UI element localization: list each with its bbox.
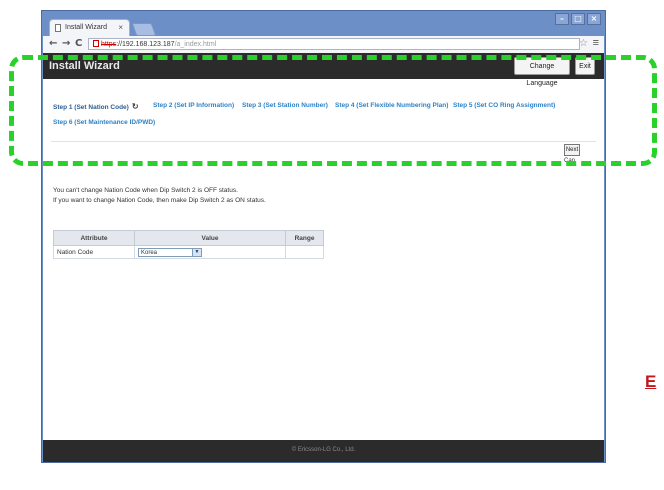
range-cell (285, 245, 324, 259)
address-bar[interactable]: https://192.168.123.187/a_index.html (88, 38, 580, 50)
column-header-range: Range (285, 230, 324, 246)
navigation-bar: ← → C https://192.168.123.187/a_index.ht… (43, 36, 604, 53)
forward-arrow-icon[interactable]: → (62, 38, 70, 49)
window-controls: – □ × (555, 13, 601, 27)
table-row: Nation Code Korea ▼ (53, 245, 324, 259)
bookmark-star-icon[interactable]: ☆ (579, 38, 588, 49)
minimize-button[interactable]: – (555, 13, 569, 25)
column-header-value: Value (134, 230, 286, 246)
broken-lock-icon (93, 40, 99, 47)
close-window-button[interactable]: × (587, 13, 601, 25)
maximize-button[interactable]: □ (571, 13, 585, 25)
back-arrow-icon[interactable]: ← (49, 38, 57, 49)
reload-icon[interactable]: C (75, 38, 82, 49)
browser-tab[interactable]: Install Wizard × (49, 19, 130, 36)
page-footer: © Ericsson-LG Co., Ltd. (43, 440, 604, 462)
menu-icon[interactable]: ≡ (593, 37, 599, 49)
value-cell: Korea ▼ (134, 245, 286, 259)
tab-title: Install Wizard (65, 24, 108, 31)
column-header-attribute: Attribute (53, 230, 135, 246)
url-path: /a_index.html (174, 41, 217, 48)
tab-close-icon[interactable]: × (118, 23, 123, 32)
highlight-box (9, 55, 657, 166)
nation-code-select[interactable]: Korea ▼ (138, 247, 202, 257)
settings-table: Attribute Value Range Nation Code Korea ▼ (53, 230, 324, 259)
url-protocol: https (101, 41, 117, 48)
info-message-line-2: If you want to change Nation Code, then … (53, 197, 266, 204)
info-message-line-1: You can't change Nation Code when Dip Sw… (53, 187, 238, 194)
page-icon (55, 24, 61, 32)
chevron-down-icon[interactable]: ▼ (192, 248, 201, 256)
copyright-text: © Ericsson-LG Co., Ltd. (291, 447, 356, 453)
new-tab-button[interactable] (131, 23, 157, 36)
url-host: ://192.168.123.187 (116, 41, 175, 48)
attribute-cell: Nation Code (53, 245, 135, 259)
cut-off-label: E (645, 372, 657, 391)
selected-value: Korea (141, 249, 158, 256)
